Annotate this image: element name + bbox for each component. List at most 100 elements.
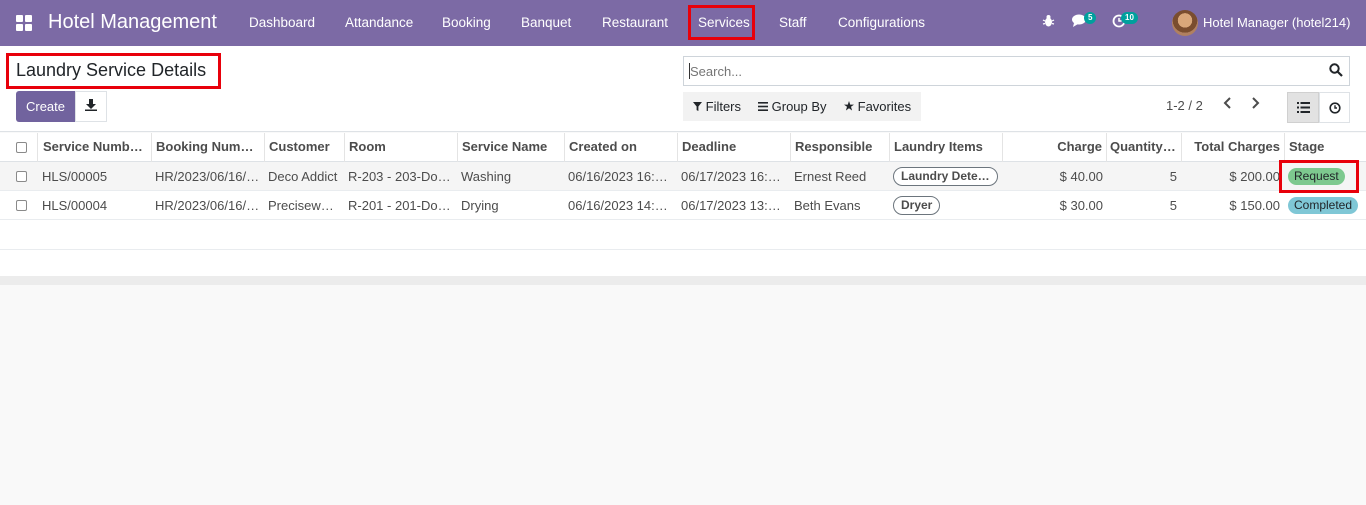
header-booking-number[interactable]: Booking Num…	[156, 139, 260, 154]
menu-booking[interactable]: Booking	[442, 15, 491, 30]
header-total-charges[interactable]: Total Charges	[1184, 139, 1280, 154]
cell-customer: Deco Addict	[268, 169, 338, 184]
stage-badge: Completed	[1288, 197, 1359, 214]
table-row[interactable]: HLS/00004 HR/2023/06/16/… Precisew… R-20…	[0, 191, 1366, 220]
menu-attandance[interactable]: Attandance	[345, 15, 413, 30]
cell-customer: Precisew…	[268, 198, 334, 213]
table-header: Service Numb… Booking Num… Customer Room…	[0, 133, 1366, 162]
group-by-dropdown[interactable]: Group By	[758, 99, 827, 114]
user-menu[interactable]: Hotel Manager (hotel214)	[1203, 15, 1350, 30]
list-view-button[interactable]	[1287, 92, 1319, 123]
menu-staff[interactable]: Staff	[779, 15, 807, 30]
header-deadline[interactable]: Deadline	[682, 139, 786, 154]
cell-responsible: Beth Evans	[794, 198, 861, 213]
star-icon	[844, 101, 854, 111]
activity-view-button[interactable]	[1319, 92, 1350, 123]
menu-banquet[interactable]: Banquet	[521, 15, 571, 30]
activity-clock-icon	[1328, 101, 1341, 114]
app-brand[interactable]: Hotel Management	[48, 11, 217, 34]
laundry-item-tag: Laundry Dete…	[893, 167, 998, 186]
select-all-checkbox[interactable]	[16, 142, 27, 153]
pager-value[interactable]: 1-2 / 2	[1166, 98, 1203, 113]
row-checkbox[interactable]	[16, 200, 27, 211]
page-title: Laundry Service Details	[16, 60, 207, 80]
column-separator	[1106, 133, 1107, 162]
menu-configurations[interactable]: Configurations	[838, 15, 925, 30]
menu-dashboard[interactable]: Dashboard	[249, 15, 315, 30]
cell-quantity: 5	[1169, 198, 1177, 213]
cell-service-name: Drying	[461, 198, 499, 213]
download-icon	[85, 99, 97, 114]
cell-created-on: 06/16/2023 16:…	[568, 169, 668, 184]
stage-highlight-box	[1279, 160, 1359, 193]
column-separator	[1284, 133, 1285, 162]
header-laundry-items[interactable]: Laundry Items	[894, 139, 998, 154]
menu-restaurant[interactable]: Restaurant	[602, 15, 668, 30]
cell-total-charges: $ 200.00	[1229, 169, 1280, 184]
cell-service-name: Washing	[461, 169, 512, 184]
favorites-dropdown[interactable]: Favorites	[844, 99, 911, 114]
apps-menu-icon[interactable]	[16, 15, 32, 31]
header-charge[interactable]: Charge	[1007, 139, 1102, 154]
table-row[interactable]: HLS/00005 HR/2023/06/16/… Deco Addict R-…	[0, 162, 1366, 191]
filters-label: Filters	[705, 99, 742, 114]
cell-total-charges: $ 150.00	[1229, 198, 1280, 213]
header-service-name[interactable]: Service Name	[462, 139, 562, 154]
filter-icon	[693, 102, 702, 111]
cell-booking-number: HR/2023/06/16/…	[155, 198, 260, 213]
filters-dropdown[interactable]: Filters	[693, 99, 741, 114]
header-customer[interactable]: Customer	[269, 139, 341, 154]
column-separator	[1181, 133, 1182, 162]
header-service-number[interactable]: Service Numb…	[43, 139, 147, 154]
services-highlight-box	[688, 5, 755, 40]
download-button[interactable]	[75, 91, 107, 122]
column-separator	[1002, 133, 1003, 162]
header-room[interactable]: Room	[349, 139, 453, 154]
row-checkbox[interactable]	[16, 171, 27, 182]
control-panel: Laundry Service Details Create Filters G…	[0, 46, 1366, 132]
column-separator	[37, 133, 38, 162]
header-responsible[interactable]: Responsible	[795, 139, 885, 154]
laundry-item-tag: Dryer	[893, 196, 941, 215]
cell-booking-number: HR/2023/06/16/…	[155, 169, 260, 184]
cell-charge: $ 40.00	[1059, 169, 1103, 184]
column-separator	[457, 133, 458, 162]
list-view-table: Service Numb… Booking Num… Customer Room…	[0, 133, 1366, 276]
column-separator	[344, 133, 345, 162]
cell-responsible: Ernest Reed	[794, 169, 867, 184]
cell-room: R-201 - 201-Do…	[348, 198, 451, 213]
search-icon[interactable]	[1329, 63, 1343, 80]
header-created-on[interactable]: Created on	[569, 139, 673, 154]
cell-service-number: HLS/00005	[42, 169, 108, 184]
pager-next-button[interactable]	[1249, 96, 1261, 113]
cell-quantity: 5	[1169, 169, 1177, 184]
group-by-icon	[758, 102, 768, 111]
pager-previous-button[interactable]	[1222, 96, 1234, 113]
cell-charge: $ 30.00	[1059, 198, 1103, 213]
group-by-label: Group By	[771, 99, 827, 114]
search-input[interactable]	[690, 64, 1290, 79]
header-quantity[interactable]: Quantity…	[1110, 139, 1178, 154]
favorites-label: Favorites	[857, 99, 912, 114]
cell-created-on: 06/16/2023 14:…	[568, 198, 668, 213]
messages-count-badge: 5	[1084, 12, 1097, 24]
create-button[interactable]: Create	[16, 91, 75, 122]
search-box[interactable]	[683, 56, 1350, 86]
header-stage[interactable]: Stage	[1289, 139, 1349, 154]
bug-icon[interactable]	[1042, 14, 1055, 31]
activities-count-badge: 10	[1121, 12, 1138, 24]
column-separator	[151, 133, 152, 162]
cell-deadline: 06/17/2023 16:…	[681, 169, 781, 184]
top-navbar: Hotel Management Dashboard Attandance Bo…	[0, 0, 1366, 46]
column-separator	[790, 133, 791, 162]
user-avatar[interactable]	[1172, 10, 1198, 36]
cell-room: R-203 - 203-Do…	[348, 169, 451, 184]
table-footer	[0, 276, 1366, 285]
list-view-icon	[1296, 102, 1310, 113]
column-separator	[677, 133, 678, 162]
empty-row	[0, 221, 1366, 250]
search-options-bar: Filters Group By Favorites	[683, 92, 921, 121]
chevron-right-icon	[1252, 97, 1260, 109]
chevron-left-icon	[1223, 97, 1231, 109]
cell-service-number: HLS/00004	[42, 198, 108, 213]
